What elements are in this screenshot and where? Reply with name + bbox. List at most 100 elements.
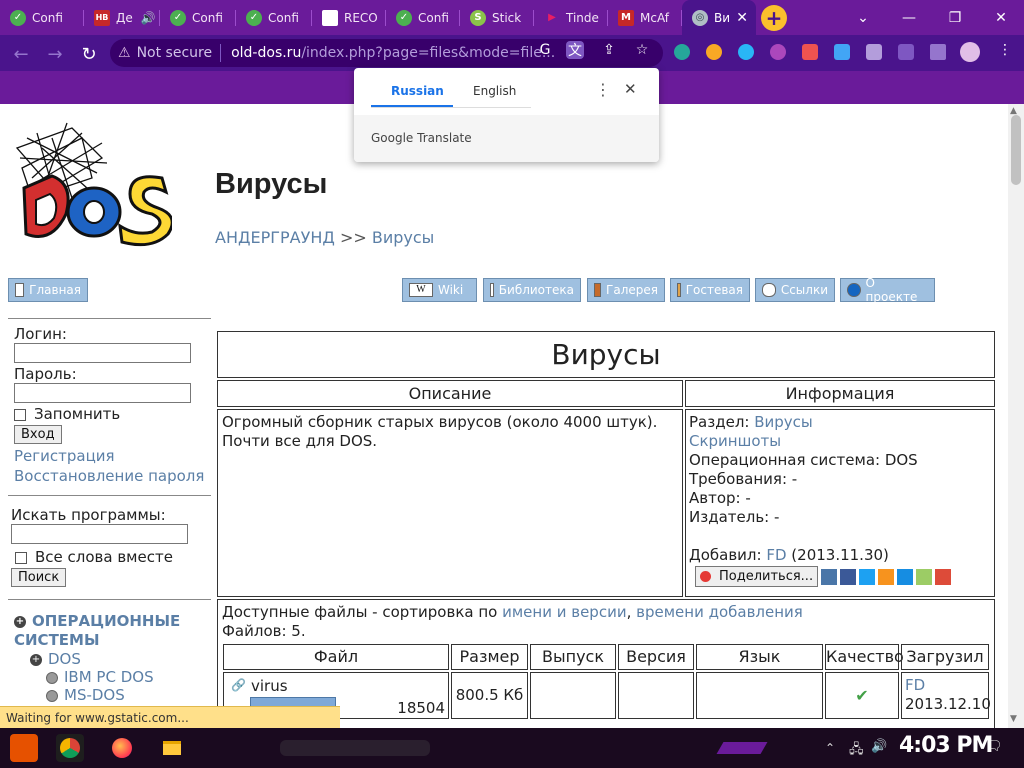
- extension-icon[interactable]: [834, 44, 850, 60]
- ms-dos-logo[interactable]: [12, 118, 172, 248]
- search-button[interactable]: Поиск: [11, 568, 67, 587]
- browser-tab[interactable]: ✓ Confi: [160, 0, 236, 35]
- nav-links-button[interactable]: Ссылки: [755, 278, 835, 302]
- browser-tab[interactable]: ▶ Tinde: [534, 0, 608, 35]
- chrome-icon[interactable]: [56, 734, 84, 762]
- browser-tab[interactable]: ✓ Confi: [0, 0, 84, 35]
- extension-icon[interactable]: [802, 44, 818, 60]
- browser-tab[interactable]: HB Де 🔊: [84, 0, 160, 35]
- added-date: (2013.11.30): [786, 546, 889, 564]
- register-link[interactable]: Регистрация: [14, 447, 115, 465]
- browser-tab[interactable]: ✓ Confi: [236, 0, 312, 35]
- tree-os-link[interactable]: ОПЕРАЦИОННЫЕ СИСТЕМЫ: [14, 612, 180, 649]
- chevron-down-icon[interactable]: ⌄: [840, 0, 886, 35]
- book-icon: [490, 283, 494, 297]
- files-count: Файлов: 5.: [222, 622, 306, 640]
- search-input[interactable]: [11, 524, 188, 544]
- extension-icon[interactable]: [674, 44, 690, 60]
- browser-tab-active[interactable]: ◎ Ви ✕: [682, 0, 756, 35]
- twitter-icon[interactable]: [859, 568, 876, 585]
- file-name[interactable]: virus: [251, 677, 288, 695]
- remember-checkbox[interactable]: [14, 408, 26, 421]
- sidepanel-icon[interactable]: [930, 44, 946, 60]
- queue-icon[interactable]: [898, 44, 914, 60]
- nav-library-button[interactable]: Библиотека: [483, 278, 581, 302]
- uploader-link[interactable]: FD: [905, 676, 925, 694]
- browser-tab[interactable]: S Stick: [460, 0, 534, 35]
- tab-title: Confi: [268, 10, 299, 25]
- google-icon[interactable]: G: [536, 41, 554, 59]
- star-icon[interactable]: ☆: [633, 41, 651, 59]
- tree-msdos-link[interactable]: MS-DOS: [64, 686, 125, 704]
- expand-icon[interactable]: +: [30, 653, 42, 666]
- taskbar-clock[interactable]: 4:03 PM: [899, 733, 993, 758]
- new-tab-button[interactable]: +: [761, 5, 787, 31]
- browser-tab[interactable]: M McAf: [608, 0, 682, 35]
- tree-dos-link[interactable]: DOS: [48, 650, 81, 668]
- page-scrollbar[interactable]: [1008, 104, 1024, 728]
- chevron-up-icon[interactable]: ⌃: [825, 741, 835, 755]
- restore-icon[interactable]: ❐: [932, 0, 978, 35]
- browser-tab[interactable]: RECO: [312, 0, 386, 35]
- added-user-link[interactable]: FD: [766, 546, 786, 564]
- all-words-checkbox[interactable]: [15, 551, 27, 564]
- mailru-icon[interactable]: [897, 568, 914, 585]
- browser-tab[interactable]: ✓ Confi: [386, 0, 460, 35]
- speaker-icon[interactable]: 🔊: [141, 11, 156, 25]
- puzzle-icon[interactable]: [866, 44, 882, 60]
- login-input[interactable]: [14, 343, 191, 363]
- more-options-icon[interactable]: ⋮: [595, 80, 611, 99]
- profile-avatar[interactable]: [960, 42, 980, 62]
- minimize-icon[interactable]: —: [886, 0, 932, 35]
- scroll-up-icon[interactable]: ▲: [1010, 106, 1017, 116]
- restore-password-link[interactable]: Восстановление пароля: [14, 467, 204, 485]
- window-close-icon[interactable]: ✕: [978, 0, 1024, 35]
- facebook-icon[interactable]: [840, 568, 857, 585]
- share-icon[interactable]: ⇪: [600, 41, 618, 59]
- section-link[interactable]: Вирусы: [754, 413, 813, 431]
- firefox-icon[interactable]: [108, 734, 136, 762]
- tree-ibm-link[interactable]: IBM PC DOS: [64, 668, 154, 686]
- reload-icon[interactable]: ↻: [78, 43, 100, 65]
- share-button[interactable]: Поделиться...: [695, 566, 819, 587]
- nav-gallery-button[interactable]: Галерея: [587, 278, 665, 302]
- google-plus-icon[interactable]: [935, 568, 952, 585]
- menu-icon[interactable]: ⋮: [998, 42, 1012, 58]
- nav-home-button[interactable]: Главная: [8, 278, 88, 302]
- translate-tab-english[interactable]: English: [473, 84, 516, 98]
- password-input[interactable]: [14, 383, 191, 403]
- scroll-down-icon[interactable]: ▼: [1010, 714, 1017, 724]
- nav-guestbook-button[interactable]: Гостевая: [670, 278, 750, 302]
- scrollbar-thumb[interactable]: [1011, 115, 1021, 185]
- warning-icon[interactable]: ⚠: [118, 45, 131, 61]
- extension-icon[interactable]: [738, 44, 754, 60]
- close-icon[interactable]: ✕: [736, 10, 748, 26]
- screenshots-link[interactable]: Скриншоты: [689, 432, 781, 450]
- livejournal-icon[interactable]: [916, 568, 933, 585]
- login-button[interactable]: Вход: [14, 425, 62, 444]
- file-explorer-icon[interactable]: [158, 734, 186, 762]
- not-secure-label[interactable]: Not secure: [137, 45, 213, 61]
- extension-icon[interactable]: [706, 44, 722, 60]
- volume-icon[interactable]: 🔊: [871, 739, 887, 754]
- translate-icon[interactable]: 文: [566, 41, 584, 59]
- odnoklassniki-icon[interactable]: [878, 568, 895, 585]
- tab-title: Confi: [32, 10, 63, 25]
- close-icon[interactable]: ✕: [624, 80, 637, 98]
- extension-icon[interactable]: [770, 44, 786, 60]
- nav-wiki-button[interactable]: W Wiki: [402, 278, 477, 302]
- start-menu-icon[interactable]: [10, 734, 38, 762]
- taskbar: ⌃ 🖧 🔊 🗨: [0, 728, 1024, 768]
- network-icon[interactable]: 🖧: [849, 740, 864, 762]
- back-arrow-icon[interactable]: ←: [10, 43, 32, 65]
- translate-tab-russian[interactable]: Russian: [391, 84, 444, 98]
- nav-about-button[interactable]: О проекте: [840, 276, 935, 304]
- breadcrumb-link-underground[interactable]: АНДЕРГРАУНД: [215, 228, 335, 247]
- expand-icon[interactable]: +: [14, 615, 26, 628]
- vk-icon[interactable]: [821, 568, 838, 585]
- sort-by-time-link[interactable]: времени добавления: [636, 603, 803, 621]
- breadcrumb-link-viruses[interactable]: Вирусы: [372, 228, 434, 247]
- forward-arrow-icon[interactable]: →: [44, 43, 66, 65]
- taskbar-widget[interactable]: [280, 740, 430, 756]
- sort-by-name-link[interactable]: имени и версии: [502, 603, 626, 621]
